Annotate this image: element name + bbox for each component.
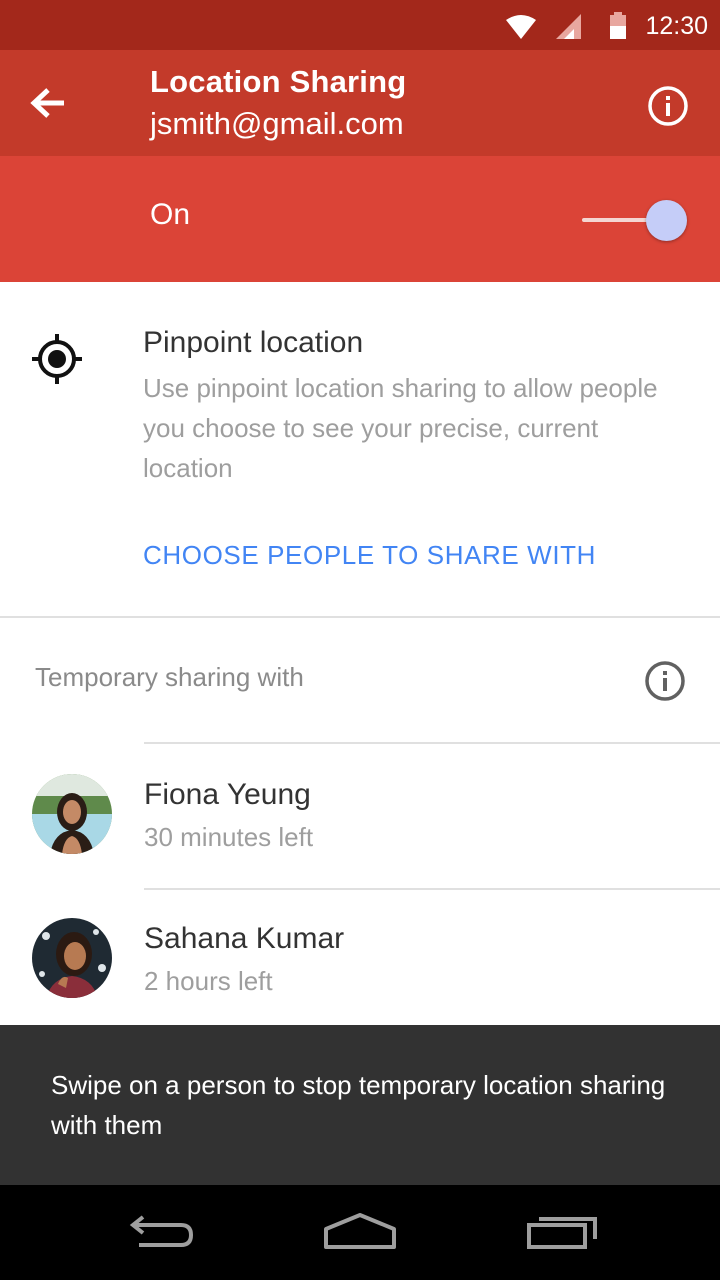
person-time-left: 2 hours left: [144, 966, 273, 996]
nav-back-icon: [125, 1211, 195, 1256]
person-name: Fiona Yeung: [144, 778, 311, 811]
list-item[interactable]: Fiona Yeung 30 minutes left: [0, 774, 720, 914]
status-bar: 12:30: [0, 0, 720, 50]
pinpoint-description: Use pinpoint location sharing to allow p…: [143, 373, 658, 483]
toggle-label: On: [150, 198, 191, 231]
temporary-info-icon[interactable]: [643, 659, 687, 703]
list-divider: [144, 742, 720, 744]
back-button[interactable]: [18, 75, 78, 135]
account-email: jsmith@gmail.com: [150, 106, 404, 141]
choose-people-button[interactable]: CHOOSE PEOPLE TO SHARE WITH: [143, 540, 596, 571]
navigation-bar: [0, 1185, 720, 1280]
arrow-back-icon: [30, 87, 66, 124]
list-divider: [144, 888, 720, 890]
battery-icon: [609, 12, 627, 45]
pinpoint-title: Pinpoint location: [143, 326, 364, 359]
sharing-toggle-row: On: [0, 156, 720, 282]
section-divider: [0, 616, 720, 618]
snackbar-message: Swipe on a person to stop temporary loca…: [51, 1070, 666, 1140]
back-nav-button[interactable]: [115, 1203, 205, 1263]
app-bar: Location Sharing jsmith@gmail.com: [0, 50, 720, 156]
avatar: [32, 774, 112, 854]
status-time: 12:30: [645, 12, 708, 40]
pinpoint-section: Pinpoint location Use pinpoint location …: [0, 282, 720, 618]
nav-recents-icon: [525, 1211, 601, 1256]
person-time-left: 30 minutes left: [144, 822, 314, 852]
home-nav-button[interactable]: [315, 1203, 405, 1263]
switch-thumb: [646, 200, 687, 241]
wifi-icon: [506, 14, 536, 45]
page-title: Location Sharing: [150, 64, 407, 99]
sharing-switch[interactable]: [578, 192, 692, 248]
gps-fixed-icon: [30, 332, 84, 386]
recents-nav-button[interactable]: [518, 1203, 608, 1263]
info-button[interactable]: [642, 82, 694, 134]
signal-icon: [556, 14, 582, 45]
person-name: Sahana Kumar: [144, 922, 345, 955]
temporary-sharing-header: Temporary sharing with: [35, 662, 304, 692]
info-icon: [647, 85, 689, 132]
nav-home-icon: [322, 1211, 398, 1256]
avatar: [32, 918, 112, 998]
snackbar: Swipe on a person to stop temporary loca…: [0, 1025, 720, 1185]
